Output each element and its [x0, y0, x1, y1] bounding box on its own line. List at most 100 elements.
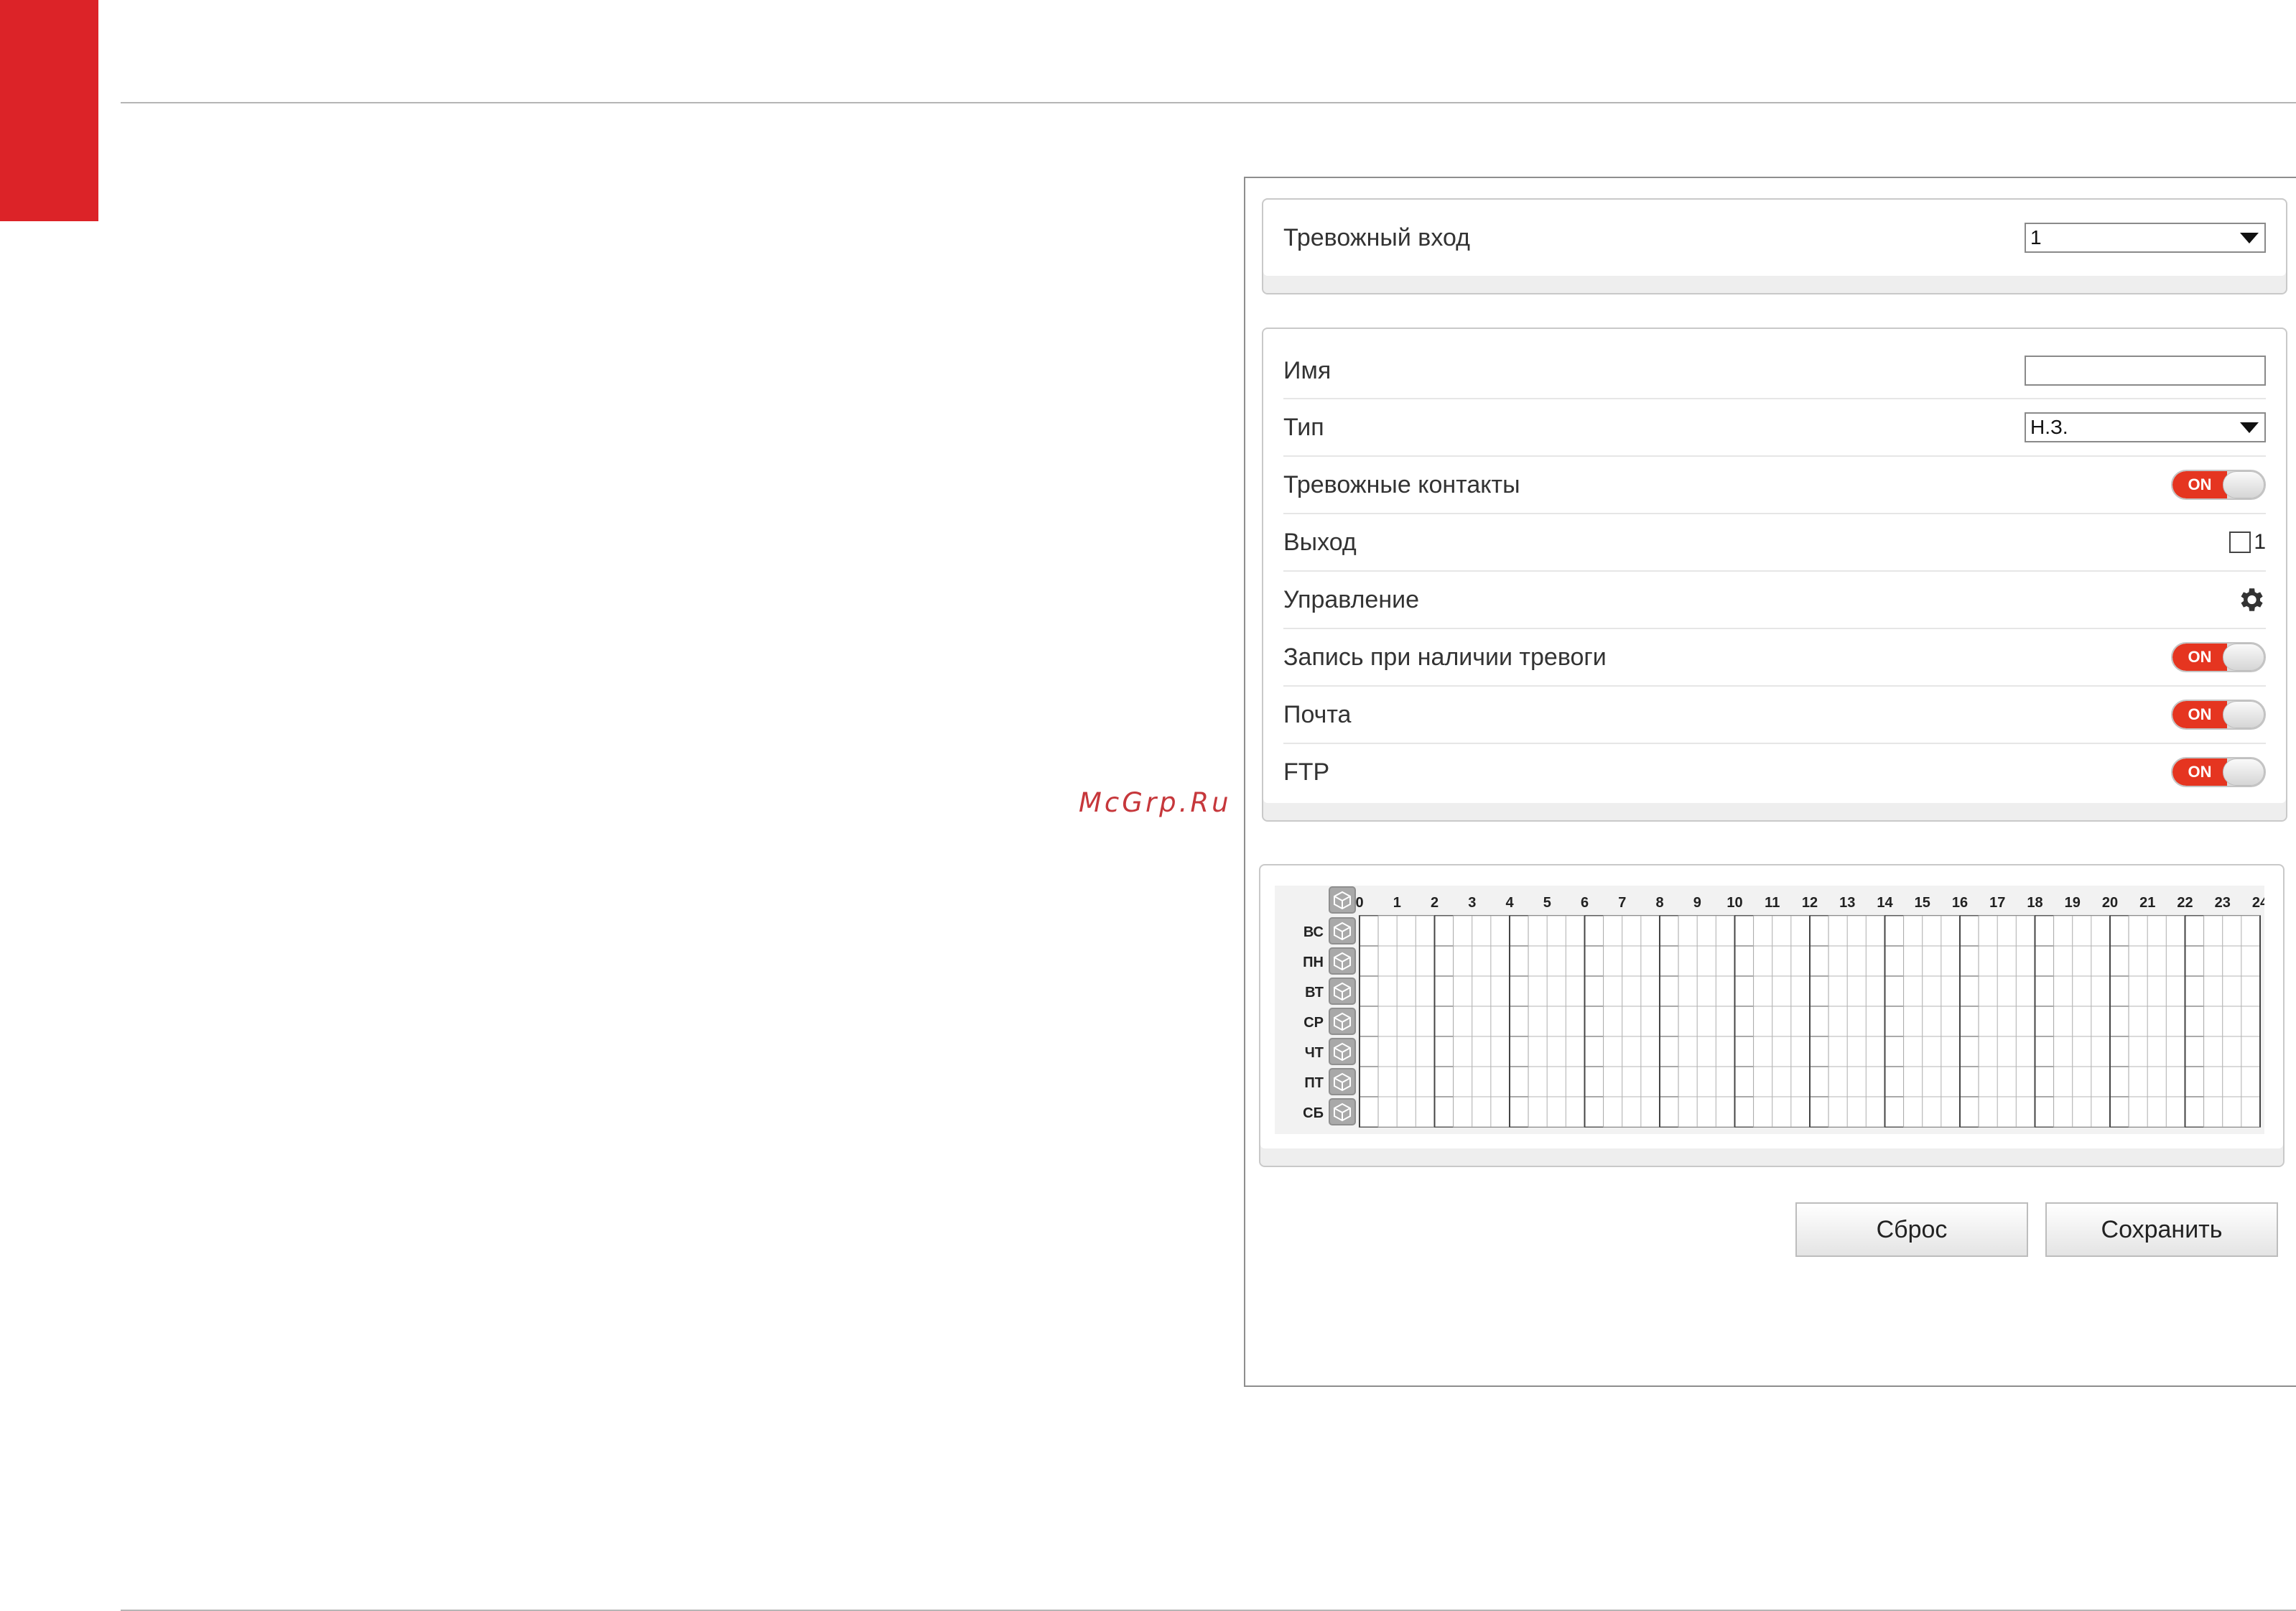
schedule-cell[interactable]	[1509, 1066, 1529, 1097]
ftp-toggle[interactable]: ON	[2171, 757, 2266, 787]
schedule-cell[interactable]	[1584, 1036, 1604, 1067]
schedule-cell[interactable]	[1396, 1036, 1416, 1067]
schedule-cell[interactable]	[1640, 1096, 1660, 1128]
schedule-cell[interactable]	[1790, 1096, 1811, 1128]
schedule-cell[interactable]	[1377, 915, 1398, 947]
schedule-cell[interactable]	[1509, 1036, 1529, 1067]
schedule-cell[interactable]	[1828, 975, 1848, 1007]
schedule-cell[interactable]	[1715, 1036, 1735, 1067]
schedule-cell[interactable]	[1396, 1066, 1416, 1097]
schedule-cell[interactable]	[1696, 1036, 1716, 1067]
schedule-cell[interactable]	[2222, 1036, 2242, 1067]
schedule-cell[interactable]	[1509, 975, 1529, 1007]
schedule-cell[interactable]	[1997, 1066, 2017, 1097]
schedule-cell[interactable]	[2072, 1096, 2092, 1128]
schedule-cell[interactable]	[1546, 975, 1566, 1007]
schedule-cell[interactable]	[2222, 915, 2242, 947]
schedule-cell[interactable]	[1865, 915, 1885, 947]
schedule-cell[interactable]	[1696, 915, 1716, 947]
schedule-cell[interactable]	[1640, 1006, 1660, 1037]
schedule-cell[interactable]	[1865, 1096, 1885, 1128]
schedule-cell[interactable]	[1715, 1096, 1735, 1128]
schedule-cell[interactable]	[1359, 975, 1379, 1007]
schedule-cell[interactable]	[1997, 1006, 2017, 1037]
schedule-grid[interactable]: 0 1 2 3 4 5 6 7 8 9 10 11 12 13 14 15 16 17 18 19 20 21 22 23 24…	[1275, 886, 2264, 1134]
schedule-cell[interactable]	[1753, 1066, 1773, 1097]
schedule-cell[interactable]	[2128, 1036, 2148, 1067]
schedule-cell[interactable]	[1453, 1036, 1473, 1067]
schedule-cell[interactable]	[1734, 915, 1754, 947]
schedule-cell[interactable]	[1659, 1066, 1679, 1097]
schedule-cell[interactable]	[1772, 915, 1792, 947]
schedule-cell[interactable]	[1453, 1066, 1473, 1097]
schedule-cell[interactable]	[2072, 915, 2092, 947]
schedule-cell[interactable]	[1377, 1066, 1398, 1097]
schedule-cell[interactable]	[1790, 1066, 1811, 1097]
schedule-cell[interactable]	[1959, 945, 1979, 977]
schedule-cell[interactable]	[1715, 1006, 1735, 1037]
schedule-cell[interactable]	[1753, 1096, 1773, 1128]
schedule-cell[interactable]	[1472, 945, 1492, 977]
schedule-cell[interactable]	[2015, 975, 2035, 1007]
schedule-cell[interactable]	[1846, 1066, 1867, 1097]
schedule-cell[interactable]	[1622, 975, 1642, 1007]
schedule-cell[interactable]	[1734, 1036, 1754, 1067]
schedule-cell[interactable]	[1396, 1006, 1416, 1037]
schedule-cell[interactable]	[1415, 975, 1435, 1007]
schedule-cell[interactable]	[2185, 1066, 2205, 1097]
schedule-cell[interactable]	[1509, 945, 1529, 977]
schedule-cell[interactable]	[1490, 975, 1510, 1007]
schedule-cell[interactable]	[2109, 1096, 2129, 1128]
schedule-cell[interactable]	[1434, 975, 1454, 1007]
schedule-cell[interactable]	[1640, 975, 1660, 1007]
schedule-cell[interactable]	[1584, 1096, 1604, 1128]
schedule-cell[interactable]	[2035, 915, 2055, 947]
schedule-cell[interactable]	[1903, 975, 1923, 1007]
schedule-cell[interactable]	[2035, 1006, 2055, 1037]
schedule-cell[interactable]	[2072, 975, 2092, 1007]
schedule-cell[interactable]	[2091, 945, 2111, 977]
schedule-cell[interactable]	[2015, 945, 2035, 977]
schedule-cell[interactable]	[1640, 1066, 1660, 1097]
alarm-input-select[interactable]: 1	[2025, 223, 2266, 253]
schedule-cell[interactable]	[2241, 1006, 2261, 1037]
schedule-cell[interactable]	[1359, 1096, 1379, 1128]
schedule-cell[interactable]	[2035, 975, 2055, 1007]
schedule-cell[interactable]	[1415, 915, 1435, 947]
schedule-cell[interactable]	[1453, 945, 1473, 977]
schedule-cell[interactable]	[2053, 1096, 2073, 1128]
schedule-cell[interactable]	[1865, 945, 1885, 977]
schedule-cell[interactable]	[1528, 1036, 1548, 1067]
schedule-cell[interactable]	[1546, 1036, 1566, 1067]
schedule-cell[interactable]	[1753, 1036, 1773, 1067]
schedule-cell[interactable]	[1846, 945, 1867, 977]
schedule-cell[interactable]	[1359, 1006, 1379, 1037]
schedule-cell[interactable]	[1959, 1066, 1979, 1097]
schedule-cell[interactable]	[2185, 1006, 2205, 1037]
schedule-cell[interactable]	[1772, 945, 1792, 977]
schedule-cell[interactable]	[1528, 1096, 1548, 1128]
schedule-cell[interactable]	[1434, 915, 1454, 947]
record-toggle[interactable]: ON	[2171, 642, 2266, 672]
schedule-cell[interactable]	[1603, 945, 1623, 977]
schedule-cell[interactable]	[2241, 1036, 2261, 1067]
schedule-cell[interactable]	[1828, 1036, 1848, 1067]
schedule-cell[interactable]	[1659, 975, 1679, 1007]
schedule-cell[interactable]	[2241, 945, 2261, 977]
schedule-cell[interactable]	[2203, 1006, 2223, 1037]
schedule-cell[interactable]	[1659, 1006, 1679, 1037]
schedule-cell[interactable]	[1865, 1066, 1885, 1097]
schedule-cell[interactable]	[1453, 1096, 1473, 1128]
schedule-cell[interactable]	[2015, 1096, 2035, 1128]
gear-icon[interactable]	[2236, 585, 2266, 615]
schedule-cell[interactable]	[1734, 1006, 1754, 1037]
schedule-cell[interactable]	[1790, 1006, 1811, 1037]
schedule-cell[interactable]	[1453, 1006, 1473, 1037]
schedule-cell[interactable]	[1828, 945, 1848, 977]
schedule-cell[interactable]	[1396, 945, 1416, 977]
mail-toggle[interactable]: ON	[2171, 700, 2266, 730]
schedule-cell[interactable]	[1884, 915, 1905, 947]
schedule-cell[interactable]	[2053, 945, 2073, 977]
schedule-cell[interactable]	[2165, 915, 2185, 947]
schedule-cell[interactable]	[1546, 1006, 1566, 1037]
